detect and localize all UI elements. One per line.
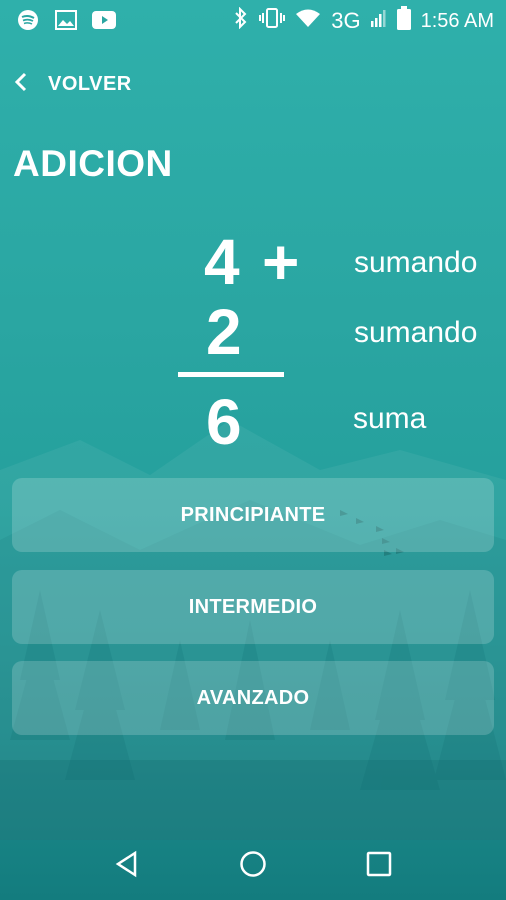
level-button-intermediate[interactable]: INTERMEDIO (12, 570, 494, 644)
wifi-icon (295, 8, 321, 34)
addend-1: 4 (204, 226, 240, 298)
chevron-left-icon (14, 72, 28, 97)
vibrate-icon (259, 7, 286, 35)
back-nav-icon[interactable] (110, 847, 144, 881)
recents-nav-icon[interactable] (362, 847, 396, 881)
sum-divider-line (178, 372, 284, 377)
youtube-icon (92, 8, 116, 32)
home-nav-icon[interactable] (236, 847, 270, 881)
bluetooth-icon (233, 6, 249, 35)
notification-icons (16, 8, 116, 32)
addend-1-term: sumando (354, 246, 478, 279)
page-title: ADICION (13, 143, 173, 184)
status-bar: 3G 1:56 AM (0, 0, 506, 40)
network-type: 3G (331, 8, 361, 33)
system-status: 3G 1:56 AM (233, 6, 494, 36)
addend-2: 2 (206, 296, 242, 368)
sum-result-term: suma (353, 402, 427, 435)
back-label: VOLVER (48, 72, 132, 95)
clock: 1:56 AM (420, 9, 494, 32)
image-icon (54, 8, 78, 32)
level-button-advanced[interactable]: AVANZADO (12, 661, 494, 735)
sum-result: 6 (206, 386, 242, 458)
plus-operator: + (262, 226, 300, 298)
spotify-icon (16, 8, 40, 32)
addend-2-term: sumando (354, 316, 478, 349)
signal-icon (370, 9, 387, 33)
back-button[interactable]: VOLVER (14, 64, 132, 104)
navigation-bar (0, 825, 506, 900)
level-button-beginner[interactable]: PRINCIPIANTE (12, 478, 494, 552)
battery-icon (396, 6, 411, 36)
